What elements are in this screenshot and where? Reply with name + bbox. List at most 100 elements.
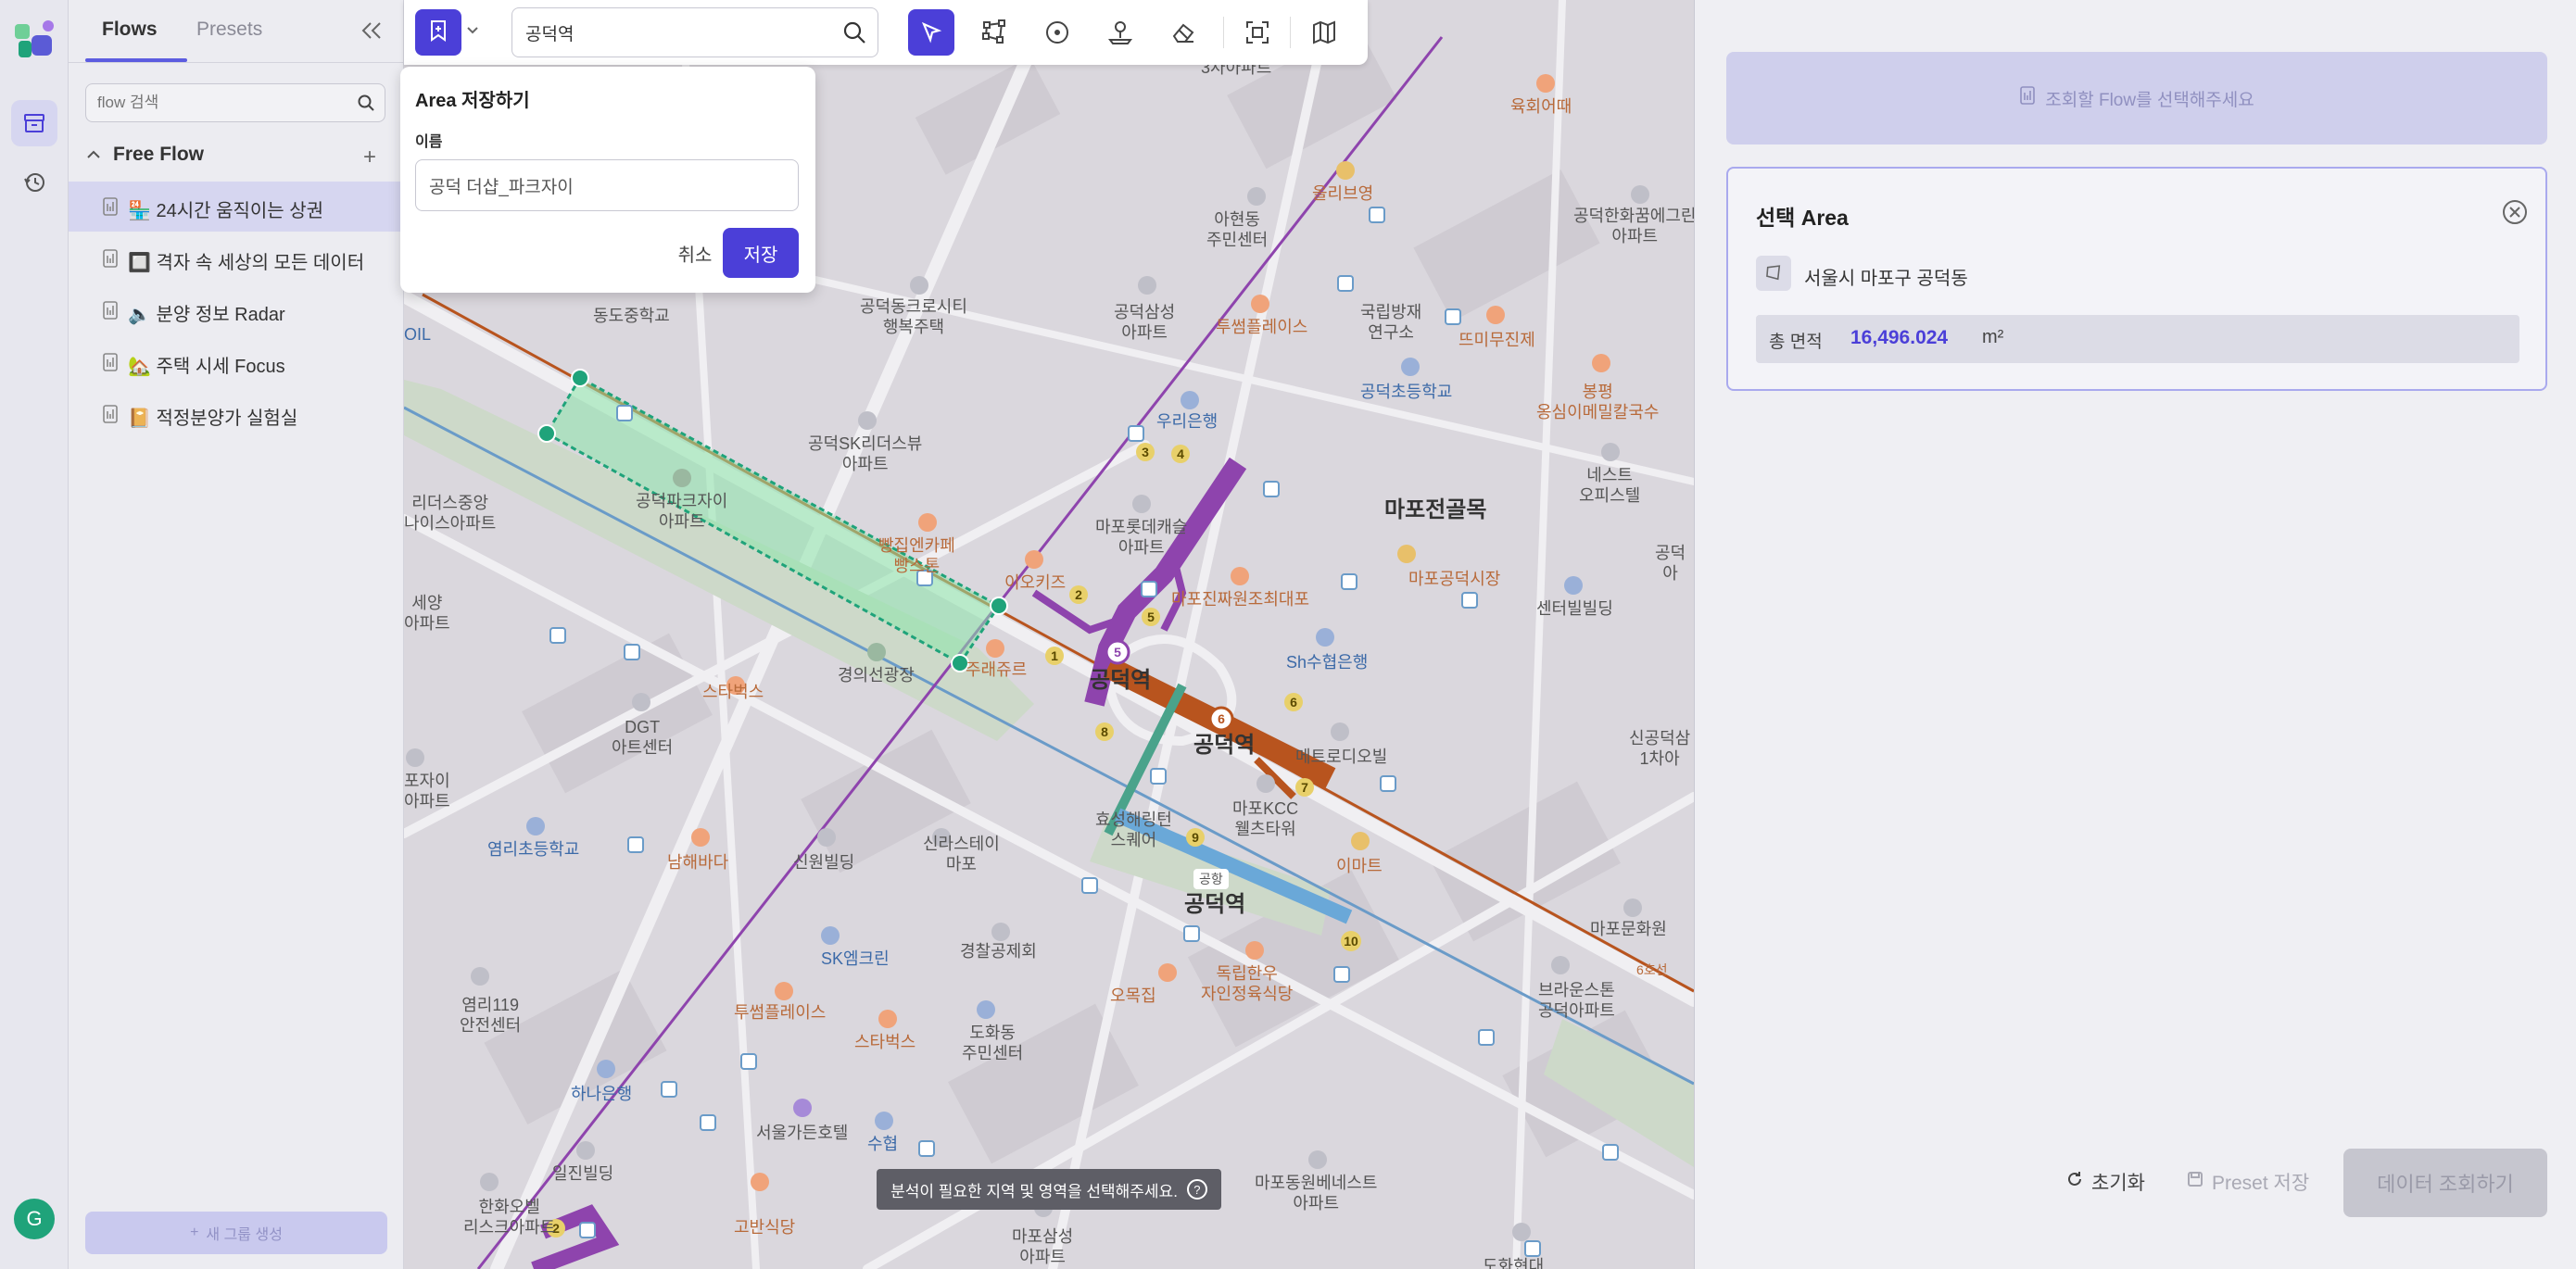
flow-item[interactable]: 🔈 분양 정보 Radar bbox=[69, 285, 404, 335]
search-icon[interactable] bbox=[842, 20, 866, 49]
bookmark-button[interactable] bbox=[415, 9, 461, 56]
flow-label: 24시간 움직이는 상권 bbox=[156, 201, 324, 221]
map-label: 6호선 bbox=[1636, 962, 1668, 977]
group-title: Free Flow bbox=[113, 144, 205, 165]
map-label: 공덕SK리더스뷰 아파트 bbox=[808, 434, 923, 473]
map-label: 공덕역 bbox=[1090, 668, 1152, 693]
map-label: 투썸플레이스 bbox=[734, 1003, 827, 1022]
map-label: 우리은행 bbox=[1156, 412, 1219, 431]
flow-emoji: 📔 bbox=[128, 408, 151, 429]
map-label: 염리초등학교 bbox=[487, 840, 580, 859]
flow-item[interactable]: 🏡 주택 시세 Focus bbox=[69, 337, 404, 387]
svg-text:7: 7 bbox=[1301, 780, 1308, 795]
archive-icon[interactable] bbox=[11, 100, 57, 146]
svg-text:8: 8 bbox=[1101, 724, 1108, 739]
area-name: 서울시 마포구 공덕동 bbox=[1804, 269, 1968, 289]
map-label: 마포진짜원조최대포 bbox=[1171, 590, 1310, 609]
map-icon[interactable] bbox=[1301, 9, 1347, 56]
cancel-button[interactable]: 취소 bbox=[669, 228, 721, 278]
flow-item[interactable]: 🏪 24시간 움직이는 상권 bbox=[69, 182, 404, 232]
map-search-input[interactable] bbox=[525, 8, 822, 57]
map-label: 브라운스톤 공덕아파트 bbox=[1538, 981, 1615, 1020]
new-group-button[interactable]: + 새 그룹 생성 bbox=[85, 1212, 387, 1254]
map-label: OIL bbox=[404, 325, 432, 344]
flow-emoji: 🏡 bbox=[128, 357, 151, 377]
map-label: 마포삼성 아파트 bbox=[1012, 1227, 1074, 1266]
map-label: 마포KCC 웰츠타워 bbox=[1232, 799, 1299, 838]
flow-label: 격자 속 세상의 모든 데이터 bbox=[156, 253, 365, 273]
new-group-label: 새 그룹 생성 bbox=[206, 1227, 283, 1243]
svg-text:1: 1 bbox=[1051, 648, 1058, 663]
map-label: 독립한우 자인정육식당 bbox=[1201, 964, 1294, 1003]
document-icon bbox=[102, 248, 119, 273]
stat-label: 총 면적 bbox=[1769, 333, 1823, 352]
pointer-icon[interactable] bbox=[908, 9, 954, 56]
history-icon[interactable] bbox=[11, 159, 57, 206]
collapse-sidebar-icon[interactable] bbox=[358, 17, 385, 44]
map-label: 봉평 옹심이메밀칼국수 bbox=[1536, 383, 1660, 421]
save-button[interactable]: 저장 bbox=[723, 228, 799, 278]
flow-item[interactable]: 🔲 격자 속 세상의 모든 데이터 bbox=[69, 233, 404, 283]
group-free-flow[interactable]: Free Flow + bbox=[69, 137, 404, 174]
map-label: 공덕파크자이 아파트 bbox=[636, 492, 728, 531]
map-label: 도화동 주민센터 bbox=[962, 1024, 1024, 1062]
tab-flows[interactable]: Flows bbox=[102, 19, 158, 41]
map-label: 이마트 bbox=[1336, 857, 1383, 875]
eraser-icon[interactable] bbox=[1160, 9, 1206, 56]
map-label: 포자이 아파트 bbox=[404, 772, 450, 810]
polygon-icon[interactable] bbox=[971, 9, 1017, 56]
map-label: 공덕삼성 아파트 bbox=[1114, 303, 1176, 342]
svg-text:4: 4 bbox=[1177, 446, 1184, 461]
map-label: 메트로디오빌 bbox=[1295, 748, 1388, 766]
flow-emoji: 🏪 bbox=[128, 201, 151, 221]
map-label: 스타벅스 bbox=[854, 1033, 916, 1051]
dialog-title: Area 저장하기 bbox=[415, 91, 530, 111]
map-search bbox=[511, 7, 878, 57]
user-avatar[interactable]: G bbox=[14, 1199, 55, 1239]
map-label: 서울가든호텔 bbox=[756, 1124, 849, 1142]
map-label: 공덕역 bbox=[1184, 892, 1246, 917]
search-icon[interactable] bbox=[357, 94, 375, 117]
map-label: 뜨미무진제 bbox=[1458, 331, 1535, 349]
circle-icon[interactable] bbox=[1034, 9, 1080, 56]
chevron-up-icon[interactable] bbox=[85, 146, 102, 168]
svg-text:6: 6 bbox=[1218, 711, 1225, 726]
map-label: 세양 아파트 bbox=[404, 594, 450, 633]
map-label: 국립방재 연구소 bbox=[1360, 303, 1422, 342]
map-label: 투썸플레이스 bbox=[1216, 318, 1308, 336]
map-label: 마포롯데캐슬 아파트 bbox=[1095, 518, 1188, 557]
svg-text:5: 5 bbox=[1147, 609, 1155, 624]
prompt-text: 조회할 Flow를 선택해주세요 bbox=[2045, 90, 2254, 110]
map-label: 스타벅스 bbox=[702, 683, 764, 701]
help-icon[interactable]: ? bbox=[1186, 1179, 1207, 1200]
selected-area-card: 선택 Area 서울시 마포구 공덕동 총 면적 16,496.024 m² bbox=[1726, 167, 2547, 391]
map-label: 공덕초등학교 bbox=[1360, 383, 1453, 401]
flows-sidebar: Flows Presets Free Flow + 🏪 24시간 움직이는 상권… bbox=[69, 0, 404, 1269]
document-icon bbox=[102, 352, 119, 377]
select-flow-prompt: 조회할 Flow를 선택해주세요 bbox=[1726, 52, 2547, 144]
capture-icon[interactable] bbox=[1234, 9, 1281, 56]
flow-emoji: 🔲 bbox=[128, 253, 151, 273]
fetch-data-button[interactable]: 데이터 조회하기 bbox=[2343, 1149, 2547, 1217]
document-icon bbox=[102, 300, 119, 325]
map-label: 공덕동크로시티 행복주택 bbox=[860, 297, 967, 336]
stat-unit: m² bbox=[1982, 327, 2004, 347]
map-label: 동도중학교 bbox=[593, 307, 670, 325]
toolbar-separator bbox=[1290, 17, 1291, 48]
svg-text:9: 9 bbox=[1192, 830, 1199, 845]
tab-presets[interactable]: Presets bbox=[196, 19, 262, 41]
chevron-down-icon[interactable] bbox=[465, 22, 480, 42]
map-label: DGT 아트센터 bbox=[612, 718, 674, 757]
save-preset-button[interactable]: Preset 저장 bbox=[2186, 1165, 2309, 1199]
map-label: 오목집 bbox=[1110, 986, 1156, 1005]
reset-button[interactable]: 초기화 bbox=[2065, 1165, 2145, 1199]
map-label: 공항 bbox=[1193, 869, 1229, 889]
add-flow-icon[interactable]: + bbox=[363, 144, 376, 170]
svg-text:6: 6 bbox=[1290, 695, 1297, 710]
flow-search-input[interactable] bbox=[97, 84, 338, 121]
flow-item[interactable]: 📔 적정분양가 실험실 bbox=[69, 389, 404, 439]
close-icon[interactable] bbox=[2501, 198, 2529, 231]
flow-emoji: 🔈 bbox=[128, 305, 151, 325]
pin-icon[interactable] bbox=[1097, 9, 1143, 56]
area-name-input[interactable] bbox=[415, 159, 799, 211]
